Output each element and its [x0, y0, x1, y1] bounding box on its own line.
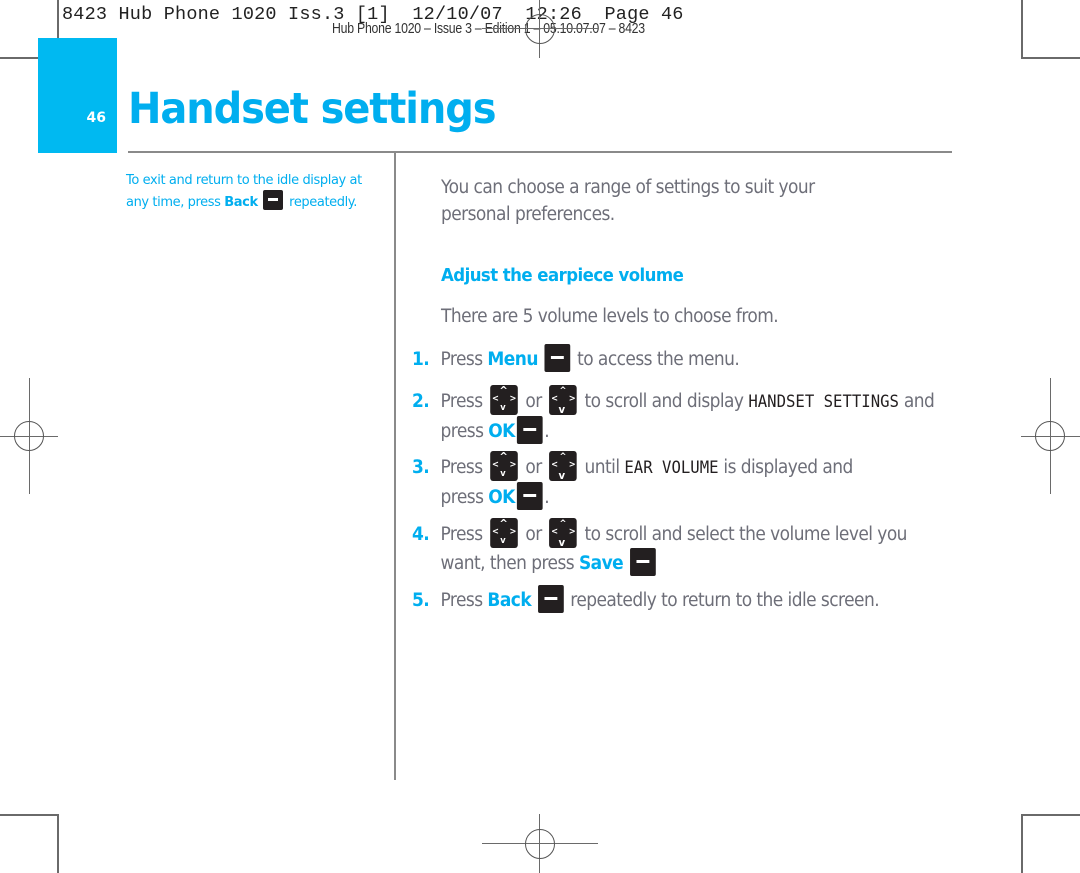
title-rule	[128, 151, 952, 153]
nav-key-up-icon: ^ v < >	[490, 450, 518, 481]
nav-key-down-icon: ^ v < >	[549, 451, 577, 482]
page-title: Handset settings	[128, 84, 497, 134]
soft-key-icon	[544, 344, 571, 372]
step-5: 5. Press Back repeatedly to return to the…	[412, 585, 880, 614]
section-heading: Adjust the earpiece volume	[441, 265, 684, 286]
ok-key-label: OK	[488, 421, 515, 442]
nav-key-down-icon: ^ v < >	[549, 518, 577, 549]
nav-key-up-icon: ^ v < >	[490, 384, 518, 415]
lcd-text: HANDSET SETTINGS	[748, 392, 899, 412]
nav-key-up-icon: ^ v < >	[490, 517, 518, 548]
crop-mark-top-right-h	[1021, 57, 1080, 59]
crop-mark-bottom-left-v	[57, 814, 59, 873]
intro-text: You can choose a range of settings to su…	[441, 177, 815, 225]
back-key-label: Back	[487, 590, 532, 611]
levels-text: There are 5 volume levels to choose from…	[441, 306, 779, 327]
page-number-tab: 46	[38, 38, 117, 153]
column-divider	[394, 153, 396, 780]
crop-mark-bottom-right-v	[1021, 814, 1023, 873]
menu-key-label: Menu	[487, 349, 538, 370]
soft-key-icon	[537, 585, 564, 613]
soft-key-icon	[516, 482, 543, 510]
soft-key-icon	[516, 416, 543, 444]
soft-key-icon	[629, 548, 656, 576]
step-2: 2. Press ^ v < > or ^ v < > to scroll and displ…	[412, 384, 935, 444]
ok-key-label: OK	[488, 487, 515, 508]
back-key-label: Back	[224, 195, 258, 210]
save-key-label: Save	[578, 553, 624, 574]
nav-key-down-icon: ^ v < >	[549, 385, 577, 416]
lcd-text: EAR VOLUME	[624, 458, 719, 478]
step-4: 4. Press ^ v < > or ^ v < > to scroll and selec…	[412, 517, 907, 576]
crop-mark-top-right-v	[1021, 0, 1023, 58]
step-1: 1. Press Menu to access the menu.	[412, 344, 740, 373]
crop-mark-bottom-right-h	[1021, 814, 1080, 816]
soft-key-icon	[263, 190, 284, 210]
step-3: 3. Press ^ v < > or ^ v < > until EAR VOLUME is…	[412, 450, 853, 510]
crop-mark-bottom-left-h	[0, 814, 58, 816]
sidebar-note: To exit and return to the idle display a…	[126, 173, 362, 210]
page-number: 46	[86, 110, 106, 126]
